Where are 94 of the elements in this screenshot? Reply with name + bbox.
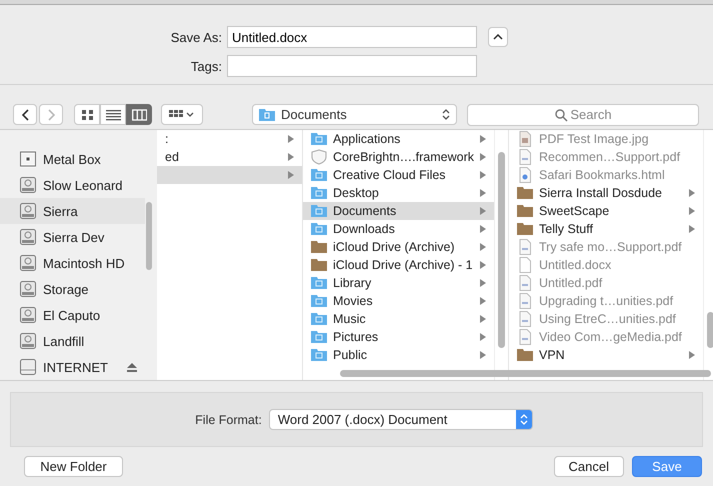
file-row[interactable]: iCloud Drive (Archive) - 1 [303,256,494,274]
folder-icon [311,275,327,291]
file-row[interactable]: Applications [303,130,494,148]
search-icon [555,108,568,122]
dialog-button[interactable]: Cancel [554,456,624,477]
hard-drive-icon [19,254,37,272]
file-row[interactable]: Desktop [303,184,494,202]
up-down-arrows-icon [516,410,532,429]
folder-icon [517,203,533,219]
sidebar-item[interactable]: Storage [0,276,145,302]
tags-label: Tags: [190,58,223,74]
file-row[interactable]: iCloud Drive (Archive) [303,238,494,256]
columns-view-button[interactable] [126,104,152,125]
document-icon [517,293,533,309]
dialog-button[interactable]: New Folder [24,456,123,477]
scroll-bar[interactable] [707,312,713,348]
collapse-button[interactable] [488,27,508,47]
folder-icon [517,347,533,363]
file-row[interactable]: VPN [509,346,703,364]
folder-icon [311,257,327,273]
blank-document-icon [517,257,533,273]
file-row[interactable]: Movies [303,292,494,310]
hard-drive-icon [19,202,37,220]
file-format-popup[interactable]: Word 2007 (.docx) Document [268,409,533,430]
chevron-icon [46,108,56,120]
file-row[interactable]: ed [157,148,302,166]
folder-icon [311,131,327,147]
file-row[interactable]: Library [303,274,494,292]
folder-icon [259,108,275,121]
file-row[interactable]: SweetScape [509,202,703,220]
icons-view-button[interactable] [74,104,100,125]
sidebar-item[interactable]: Macintosh HD [0,250,145,276]
horizontal-scroll-bar[interactable] [340,370,711,377]
arrange-button[interactable] [161,104,203,125]
file-row[interactable]: Telly Stuff [509,220,703,238]
hard-drive-icon [19,332,37,350]
file-format-label: File Format: [195,412,262,426]
save-as-field[interactable]: Untitled.docx [227,26,477,48]
sidebar-item[interactable]: El Caputo [0,302,145,328]
up-down-arrows-icon [442,108,450,121]
file-row[interactable]: : [157,130,302,148]
file-row[interactable]: Music [303,310,494,328]
file-row[interactable]: Pictures [303,328,494,346]
document-icon [517,149,533,165]
chevron-up-icon [493,34,503,40]
scroll-bar[interactable] [146,202,152,270]
chevron-icon [20,108,30,120]
file-row[interactable]: Documents [303,202,494,220]
image-file-icon [517,131,533,147]
folder-icon [311,203,327,219]
folder-icon [311,329,327,345]
shield-icon [311,149,327,165]
document-icon [517,167,533,183]
lines-icon [106,108,120,120]
back-button[interactable] [13,104,37,125]
sidebar-item[interactable]: Landfill [0,328,145,354]
folder-icon [311,221,327,237]
folder-icon [311,239,327,255]
folder-icon [311,347,327,363]
square-icon [19,150,37,168]
document-icon [517,239,533,255]
scroll-bar[interactable] [498,152,505,348]
folder-icon [311,293,327,309]
folder-icon [311,167,327,183]
hard-drive-icon [19,228,37,246]
eject-icon[interactable] [127,362,137,372]
document-icon [517,275,533,291]
hard-drive-icon [19,306,37,324]
folder-icon [311,185,327,201]
sidebar-item[interactable]: Sierra [0,198,145,224]
tags-field[interactable] [227,55,477,77]
sidebar-item[interactable]: Sierra Dev [0,224,145,250]
document-icon [517,329,533,345]
folder-icon [517,221,533,237]
sidebar-item[interactable]: INTERNET [0,354,145,380]
grid-icon [80,108,94,120]
search-field[interactable]: Search [467,104,699,126]
hard-drive-icon [19,280,37,298]
folder-icon [311,311,327,327]
location-popup[interactable]: Documents [252,104,457,125]
columns-icon [132,108,146,120]
document-icon [517,311,533,327]
hard-drive-icon [19,176,37,194]
file-row[interactable]: Downloads [303,220,494,238]
list-view-button[interactable] [100,104,126,125]
save-as-label: Save As: [170,30,223,44]
file-row[interactable]: Creative Cloud Files [303,166,494,184]
sidebar-item[interactable]: Slow Leonard [0,172,145,198]
sidebar-item[interactable]: Metal Box [0,146,145,172]
file-row[interactable]: Sierra Install Dosdude [509,184,703,202]
file-row[interactable]: CoreBrightn….framework [303,148,494,166]
file-row[interactable]: Public [303,346,494,364]
drive-icon [19,358,37,376]
folder-icon [517,185,533,201]
